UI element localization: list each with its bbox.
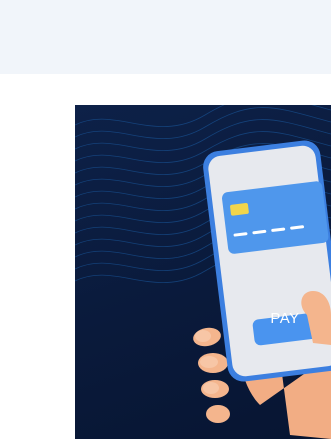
- credit-card-icon: [221, 181, 329, 254]
- top-band: [0, 0, 331, 74]
- hero-image-card: [75, 105, 331, 439]
- smartphone-icon: [203, 140, 331, 382]
- payment-illustration: [75, 105, 331, 439]
- pay-button[interactable]: PAY: [250, 307, 320, 331]
